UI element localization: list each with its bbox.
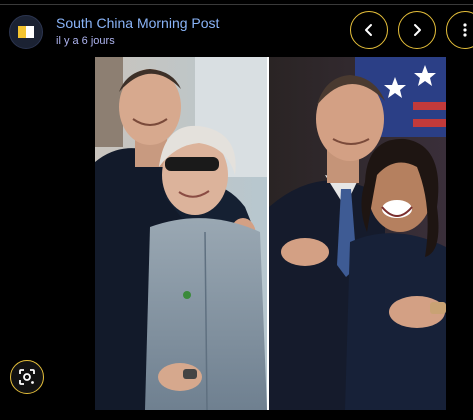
more-options-button[interactable] [446,11,473,49]
image-viewer: South China Morning Post il y a 6 jours [0,0,473,420]
chevron-right-icon [414,24,421,36]
visual-search-button[interactable] [10,360,44,394]
scmp-logo-icon[interactable] [9,15,43,49]
more-vertical-icon [463,23,467,37]
article-image[interactable] [95,57,446,410]
visual-search-icon [19,369,35,385]
previous-button[interactable] [350,11,388,49]
divider [0,4,473,5]
source-name-link[interactable]: South China Morning Post [56,15,219,31]
published-time: il y a 6 jours [56,35,115,47]
man-hugging-laughing-woman-photo [269,57,446,410]
chevron-left-icon [365,24,372,36]
man-hugging-older-woman-photo [95,57,267,410]
next-button[interactable] [398,11,436,49]
